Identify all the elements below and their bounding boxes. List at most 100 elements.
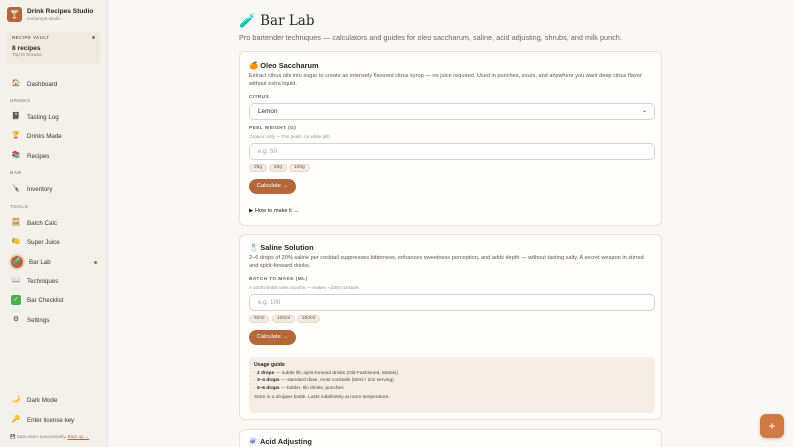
brand[interactable]: 🍸 Drink Recipes Studio contamp8.studio — [7, 7, 93, 22]
nav-super-juice[interactable]: 🍋 Super Juice — [7, 234, 100, 250]
lemon-icon: 🍋 — [11, 238, 21, 245]
preset-chip-50g[interactable]: 50g — [269, 164, 288, 172]
nav-label: Tasting Log — [27, 113, 59, 121]
saline-calculate-button[interactable]: Calculate → — [249, 330, 296, 345]
acid-adjusting-card: ⚗️ Acid Adjusting — [239, 429, 662, 447]
guide-line: · 2 drops — subtle lift, spirit-forward … — [254, 370, 398, 376]
nav-label: Bar Lab — [29, 258, 51, 266]
page-title-text: Bar Lab — [260, 13, 315, 29]
nav-section-bar: BAR — [10, 170, 22, 175]
backup-link[interactable]: Back up → — [68, 434, 89, 439]
save-icon: 💾 — [10, 434, 16, 439]
nav-dashboard[interactable]: 🏠 Dashboard — [7, 76, 100, 92]
preset-chip-50ml[interactable]: 50ml — [249, 315, 270, 323]
batch-label: BATCH TO MAKE (ML) — [249, 277, 308, 282]
nav-section-drinks: DRINKS — [10, 98, 31, 103]
nav-label: Enter license key — [27, 416, 75, 424]
oleo-calculate-button[interactable]: Calculate → — [249, 179, 296, 194]
guide-line: · 3–4 drops — standard dose, most cockta… — [254, 378, 394, 384]
card-title: ⚗️ Acid Adjusting — [249, 437, 312, 446]
batch-input[interactable]: e.g. 100 — [249, 294, 655, 311]
nav-label: Batch Calc — [27, 219, 57, 227]
nav-settings[interactable]: ⚙ Settings — [7, 312, 100, 328]
brand-title: Drink Recipes Studio — [27, 7, 94, 15]
key-icon: 🔑 — [11, 416, 21, 423]
guide-line: · 5–6 drops — bolder, tiki drinks, punch… — [254, 385, 344, 391]
license-key-button[interactable]: 🔑 Enter license key — [7, 412, 100, 428]
usage-guide: Usage guide · 2 drops — subtle lift, spi… — [249, 357, 655, 413]
salt-shaker-icon: 🧂 — [249, 243, 259, 252]
test-tube-icon: 🧪 — [11, 256, 23, 268]
nav-tasting-log[interactable]: 📓 Tasting Log — [7, 109, 100, 125]
how-to-make-toggle[interactable]: ▶ How to make it → — [249, 208, 299, 214]
moon-icon: 🌙 — [11, 396, 21, 403]
book-icon: 📚 — [11, 152, 21, 159]
gear-icon: ⚙ — [12, 316, 20, 323]
dark-mode-toggle[interactable]: 🌙 Dark Mode — [7, 392, 100, 408]
vault-status-dot — [92, 36, 95, 39]
nav-bar-checklist[interactable]: ✓ Bar Checklist — [7, 292, 100, 308]
sidebar: 🍸 Drink Recipes Studio contamp8.studio R… — [0, 0, 108, 447]
guide-title: Usage guide — [254, 362, 285, 368]
card-title-text: Acid Adjusting — [259, 437, 312, 446]
card-title: 🍊 Oleo Saccharum — [249, 61, 319, 70]
vault-count: 8 recipes — [12, 45, 41, 52]
nav-label: Recipes — [27, 152, 50, 160]
cocktail-glass-icon: 🍸 — [7, 7, 22, 22]
trophy-icon: 🏆 — [11, 132, 21, 139]
nav-techniques[interactable]: 📖 Techniques — [7, 273, 100, 289]
recipe-vault-card[interactable]: RECIPE VAULT 8 recipes Tap to browse — [7, 32, 100, 64]
nav-batch-calc[interactable]: 🧮 Batch Calc — [7, 215, 100, 231]
nav-label: Techniques — [27, 277, 59, 285]
orange-icon: 🍊 — [249, 61, 259, 70]
autosave-text: Data saves automatically. — [16, 434, 67, 439]
card-title: 🧂 Saline Solution — [249, 243, 314, 252]
nav-label: Settings — [27, 316, 50, 324]
citrus-select[interactable]: Lemon ⌄ — [249, 103, 655, 120]
preset-chip-100g[interactable]: 100g — [289, 164, 310, 172]
preset-chip-250ml[interactable]: 250ml — [297, 315, 321, 323]
citrus-value: Lemon — [258, 108, 278, 115]
page-subtitle: Pro bartender techniques — calculators a… — [239, 33, 622, 42]
vault-label: RECIPE VAULT — [12, 35, 50, 40]
guide-footer: Store in a dropper bottle. Lasts indefin… — [254, 394, 390, 400]
calculator-icon: 🧮 — [11, 219, 21, 226]
nav-label: Super Juice — [27, 238, 60, 246]
card-title-text: Saline Solution — [260, 243, 314, 252]
nav-label: Dark Mode — [27, 396, 58, 404]
card-description: Extract citrus oils into sugar to create… — [249, 73, 642, 88]
nav-section-tools: TOOLS — [10, 204, 29, 209]
card-description: 2–6 drops of 20% saline per cocktail sup… — [249, 255, 644, 270]
nav-label: Bar Checklist — [27, 296, 64, 304]
nav-label: Drinks Made — [27, 132, 62, 140]
nav-inventory[interactable]: 🍾 Inventory — [7, 181, 100, 197]
peel-weight-hint: Organic only — thin peels, no white pith — [249, 134, 330, 139]
add-button[interactable]: + — [760, 414, 784, 438]
preset-chip-25g[interactable]: 25g — [249, 164, 268, 172]
open-book-icon: 📖 — [11, 277, 21, 284]
autosave-note: 💾 Data saves automatically. Back up → — [10, 434, 89, 440]
preset-chip-100ml[interactable]: 100ml — [272, 315, 296, 323]
citrus-label: CITRUS — [249, 95, 270, 100]
chevron-down-icon: ⌄ — [641, 108, 647, 114]
peel-weight-label: PEEL WEIGHT (G) — [249, 126, 297, 131]
peel-weight-input[interactable]: e.g. 50 — [249, 143, 655, 160]
alembic-icon: ⚗️ — [249, 437, 259, 446]
home-icon: 🏠 — [11, 80, 21, 87]
page-title: 🧪 Bar Lab — [239, 13, 314, 29]
active-indicator-dot — [94, 261, 97, 264]
brand-subtitle: contamp8.studio — [27, 15, 61, 21]
main-content: 🧪 Bar Lab Pro bartender techniques — cal… — [108, 0, 794, 447]
vault-hint: Tap to browse — [12, 53, 42, 58]
card-title-text: Oleo Saccharum — [260, 61, 319, 70]
bottle-icon: 🍾 — [11, 185, 21, 192]
checkbox-icon: ✓ — [11, 295, 21, 305]
test-tube-icon: 🧪 — [239, 13, 256, 29]
saline-solution-card: 🧂 Saline Solution 2–6 drops of 20% salin… — [239, 234, 662, 420]
nav-recipes[interactable]: 📚 Recipes — [7, 148, 100, 164]
notebook-icon: 📓 — [11, 113, 21, 120]
nav-bar-lab[interactable]: 🧪 Bar Lab — [7, 254, 100, 270]
batch-hint: A 100ml bottle lasts months — makes ~100… — [249, 285, 359, 290]
nav-drinks-made[interactable]: 🏆 Drinks Made — [7, 128, 100, 144]
nav-label: Inventory — [27, 185, 53, 193]
